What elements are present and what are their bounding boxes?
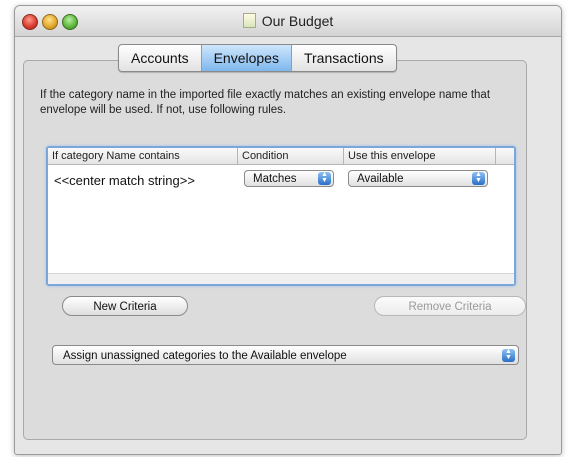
tab-accounts[interactable]: Accounts [119, 45, 202, 71]
tab-transactions[interactable]: Transactions [292, 45, 396, 71]
new-criteria-button[interactable]: New Criteria [62, 296, 188, 316]
envelope-select-value: Available [357, 173, 404, 185]
window-title-area: Our Budget [15, 6, 561, 36]
tab-bar: Accounts Envelopes Transactions [118, 44, 397, 72]
column-header-condition[interactable]: Condition [238, 148, 344, 164]
condition-select[interactable]: Matches ▲ ▼ [244, 170, 334, 187]
column-header-envelope[interactable]: Use this envelope [344, 148, 496, 164]
window-title: Our Budget [261, 13, 334, 29]
info-text: If the category name in the imported fil… [40, 89, 491, 116]
condition-select-value: Matches [253, 173, 297, 185]
assign-select-value: Assign unassigned categories to the Avai… [63, 350, 347, 362]
document-icon [242, 13, 256, 28]
chevron-up-down-icon: ▲ ▼ [472, 171, 485, 185]
remove-criteria-button[interactable]: Remove Criteria [374, 296, 526, 316]
match-string-cell[interactable]: <<center match string>> [54, 173, 195, 188]
column-header-match[interactable]: If category Name contains [48, 148, 238, 164]
table-header: If category Name contains Condition Use … [48, 148, 514, 165]
tab-envelopes[interactable]: Envelopes [201, 45, 292, 71]
horizontal-scrollbar[interactable] [48, 273, 514, 284]
title-bar[interactable]: Our Budget [15, 6, 561, 37]
criteria-table[interactable]: If category Name contains Condition Use … [46, 146, 516, 286]
assign-unassigned-select[interactable]: Assign unassigned categories to the Avai… [52, 345, 519, 365]
chevron-up-down-icon: ▲ ▼ [318, 171, 331, 185]
envelope-select[interactable]: Available ▲ ▼ [348, 170, 488, 187]
chevron-up-down-icon: ▲ ▼ [502, 348, 515, 362]
